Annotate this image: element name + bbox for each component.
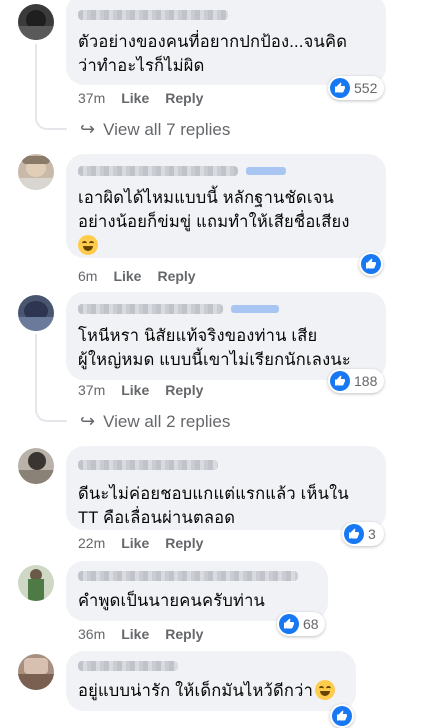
thread-connector xyxy=(35,44,67,130)
grinning-emoji-icon xyxy=(78,235,98,255)
reaction-summary[interactable]: 552 xyxy=(328,76,384,100)
comment-time[interactable]: 37m xyxy=(78,382,105,398)
sweat-smile-emoji-icon xyxy=(315,680,336,700)
author-name-redacted[interactable] xyxy=(78,571,298,581)
comment-bubble: ตัวอย่างของคนที่อยากปกป้อง...จนคิด ว่าทำ… xyxy=(66,0,386,85)
view-replies-label: View all 2 replies xyxy=(103,411,231,431)
view-replies-link[interactable]: ↪ View all 2 replies xyxy=(80,411,230,432)
thumbs-up-icon xyxy=(330,371,350,391)
comment-time[interactable]: 22m xyxy=(78,535,105,551)
reaction-summary[interactable] xyxy=(359,252,383,276)
reply-button[interactable]: Reply xyxy=(165,535,203,551)
avatar[interactable] xyxy=(18,154,54,190)
avatar[interactable] xyxy=(18,295,54,331)
author-badge-redacted xyxy=(231,305,279,313)
reaction-summary[interactable]: 188 xyxy=(328,369,384,393)
comment-bubble: โหนีหรา นิสัยแท้จริงของท่าน เสีย ผู้ใหญ่… xyxy=(66,292,386,380)
like-button[interactable]: Like xyxy=(121,626,149,642)
comment-actions: 6m Like Reply xyxy=(78,268,196,284)
thumbs-up-icon xyxy=(344,524,364,544)
comment-text: โหนีหรา นิสัยแท้จริงของท่าน เสีย ผู้ใหญ่… xyxy=(78,327,351,369)
reply-button[interactable]: Reply xyxy=(165,382,203,398)
comment-text: ดีนะไม่ค่อยชอบแกแต่แรกแล้ว เห็นใน TT คือ… xyxy=(78,485,349,527)
thumbs-up-icon xyxy=(279,614,299,634)
avatar[interactable] xyxy=(18,4,54,40)
comment-actions: 22m Like Reply xyxy=(78,535,203,551)
view-replies-label: View all 7 replies xyxy=(103,119,231,139)
like-button[interactable]: Like xyxy=(113,268,141,284)
author-name-redacted[interactable] xyxy=(78,661,178,671)
comment-text: อยู่แบบน่ารัก ให้เด็กมันไหว้ดีกว่า xyxy=(78,679,344,703)
reply-arrow-icon: ↪ xyxy=(80,411,96,431)
reply-button[interactable]: Reply xyxy=(157,268,195,284)
comment-actions: 37m Like Reply xyxy=(78,382,203,398)
comment-time[interactable]: 37m xyxy=(78,90,105,106)
view-replies-link[interactable]: ↪ View all 7 replies xyxy=(80,119,230,140)
avatar[interactable] xyxy=(18,565,54,601)
like-button[interactable]: Like xyxy=(121,535,149,551)
reply-button[interactable]: Reply xyxy=(165,90,203,106)
reaction-summary[interactable]: 3 xyxy=(342,522,384,546)
avatar[interactable] xyxy=(18,654,54,690)
author-name-redacted[interactable] xyxy=(78,460,218,470)
comment-actions: 36m Like Reply xyxy=(78,626,203,642)
reaction-count: 188 xyxy=(354,373,378,389)
avatar[interactable] xyxy=(18,448,54,484)
comment-bubble: เอาผิดได้ไหมแบบนี้ หลักฐานชัดเจน อย่างน้… xyxy=(66,154,386,258)
comment-text: เอาผิดได้ไหมแบบนี้ หลักฐานชัดเจน อย่างน้… xyxy=(78,186,374,258)
reaction-count: 552 xyxy=(354,80,378,96)
comment-time[interactable]: 6m xyxy=(78,268,97,284)
comment-time[interactable]: 36m xyxy=(78,626,105,642)
reaction-count: 3 xyxy=(368,526,376,542)
reply-arrow-icon: ↪ xyxy=(80,119,96,139)
like-button[interactable]: Like xyxy=(121,382,149,398)
reaction-summary[interactable]: 68 xyxy=(277,612,325,636)
author-name-redacted[interactable] xyxy=(78,304,223,314)
reply-button[interactable]: Reply xyxy=(165,626,203,642)
comment-bubble: อยู่แบบน่ารัก ให้เด็กมันไหว้ดีกว่า xyxy=(66,651,356,711)
author-name-redacted[interactable] xyxy=(78,166,238,176)
author-badge-redacted xyxy=(246,167,286,175)
comment-actions: 37m Like Reply xyxy=(78,90,203,106)
comment-bubble: ดีนะไม่ค่อยชอบแกแต่แรกแล้ว เห็นใน TT คือ… xyxy=(66,446,386,530)
like-button[interactable]: Like xyxy=(121,90,149,106)
thumbs-up-icon xyxy=(361,254,381,274)
comment-text: คำพูดเป็นนายคนครับท่าน xyxy=(78,592,266,610)
reaction-count: 68 xyxy=(303,616,319,632)
reaction-summary[interactable] xyxy=(330,704,354,728)
thread-connector xyxy=(35,334,67,422)
thumbs-up-icon xyxy=(332,706,352,726)
comment-text: ตัวอย่างของคนที่อยากปกป้อง...จนคิด ว่าทำ… xyxy=(78,33,348,75)
thumbs-up-icon xyxy=(330,78,350,98)
author-name-redacted[interactable] xyxy=(78,10,228,20)
